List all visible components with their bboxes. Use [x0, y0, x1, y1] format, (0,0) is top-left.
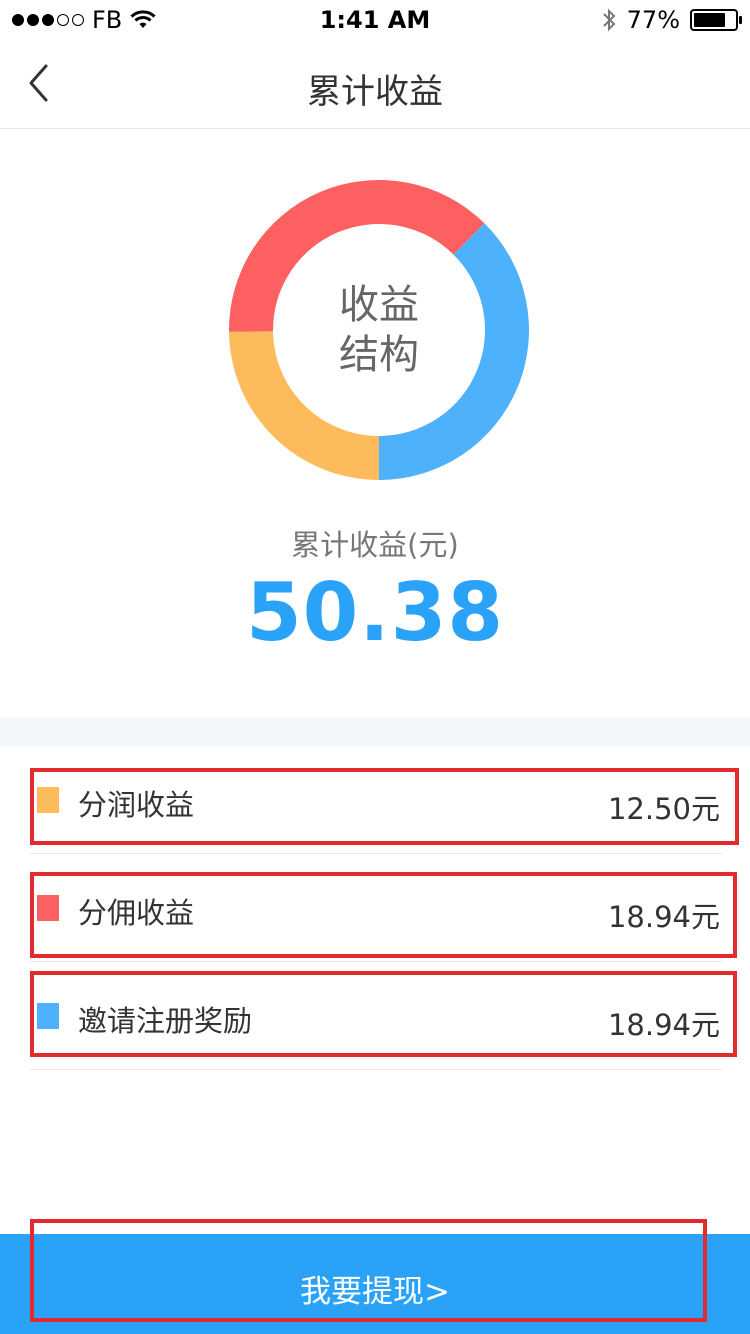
- navigation-bar: 累计收益: [0, 40, 750, 129]
- battery-fill: [694, 13, 725, 27]
- bluetooth-icon: [602, 8, 616, 32]
- section-divider: [0, 717, 750, 746]
- highlight-box: [30, 768, 739, 845]
- highlight-box: [30, 872, 737, 958]
- income-structure-donut: 收益 结构: [229, 180, 529, 481]
- battery-icon: [690, 9, 742, 31]
- status-bar: FB 1:41 AM 77%: [0, 0, 750, 40]
- highlight-box: [30, 1219, 707, 1322]
- page-title: 累计收益: [307, 72, 443, 112]
- donut-center-line1: 收益: [339, 282, 419, 328]
- total-income-label: 累计收益(元): [291, 528, 459, 562]
- donut-center-label: 收益 结构: [229, 180, 529, 480]
- battery-percent: 77%: [626, 6, 680, 34]
- status-right-area: 77%: [601, 6, 742, 34]
- total-income-value: 50.38: [245, 566, 505, 659]
- donut-center-line2: 结构: [339, 332, 419, 378]
- highlight-box: [30, 971, 737, 1057]
